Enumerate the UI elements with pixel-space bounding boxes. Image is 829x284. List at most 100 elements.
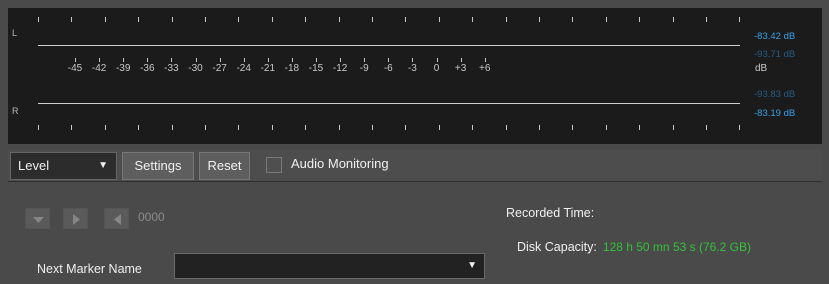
scale-label: -18: [284, 63, 300, 74]
scale-label: -3: [407, 63, 417, 74]
meter-dot: [38, 125, 39, 130]
meter-dot: [372, 125, 373, 130]
scale-label: -12: [332, 63, 348, 74]
scale-tick: [123, 58, 125, 62]
meter-dot: [171, 125, 173, 130]
scale-tick: [267, 58, 269, 62]
meter-dot: [605, 17, 607, 22]
marker-down-icon: [33, 217, 44, 223]
meter-dot: [205, 17, 206, 22]
marker-down-button[interactable]: [25, 208, 50, 229]
scale-label: -9: [359, 63, 369, 74]
scale-tick: [388, 58, 390, 62]
audio-monitoring-label[interactable]: Audio Monitoring: [291, 156, 389, 171]
audio-monitoring-checkbox[interactable]: [266, 157, 282, 173]
back-icon: [114, 214, 121, 225]
scale-tick: [364, 58, 366, 62]
level-meter: L R -45 -42 -39 -36 -33 -30 -27 -24 -21 -18 -15 -12…: [8, 8, 822, 144]
meter-dot: [505, 125, 507, 130]
scale-label: -30: [188, 63, 203, 74]
meter-dot: [238, 125, 240, 130]
meter-dot: [739, 125, 741, 130]
scale-tick: [460, 58, 462, 62]
channel-left-label: L: [12, 28, 18, 38]
meter-bar-left: [38, 45, 740, 46]
scale-label: +3: [454, 63, 467, 74]
scale-tick: [147, 58, 149, 62]
meter-dot: [605, 125, 607, 130]
back-button[interactable]: [104, 208, 129, 229]
scale-label: -42: [91, 63, 107, 74]
meter-dot: [505, 17, 507, 22]
meter-dot: [572, 125, 574, 130]
scale-tick: [195, 58, 197, 62]
next-marker-name-label: Next Marker Name: [37, 262, 142, 276]
scale-tick: [99, 58, 101, 62]
meter-dot: [639, 125, 641, 130]
meter-dot: [572, 17, 574, 22]
scale-label: -33: [164, 63, 179, 74]
meter-dot: [38, 17, 39, 22]
scale-tick: [243, 58, 245, 62]
meter-dot: [405, 125, 407, 130]
recorded-time-label: Recorded Time:: [506, 206, 595, 220]
scale-tick: [436, 58, 438, 62]
level-dropdown[interactable]: Level ▼: [10, 152, 117, 180]
left-rms-readout: -83.42 dB: [754, 31, 796, 42]
scale-label: -21: [260, 63, 276, 74]
meter-dot: [472, 125, 474, 130]
meter-dot: [438, 17, 440, 22]
meter-dot: [71, 125, 73, 130]
disk-capacity-row: Disk Capacity: 128 h 50 mn 53 s (76.2 GB): [517, 240, 751, 254]
meter-dot: [338, 17, 340, 22]
meter-dot: [372, 17, 373, 22]
scale-tick: [412, 58, 414, 62]
scale-label: 0: [433, 63, 440, 74]
scale-label: +6: [478, 63, 491, 74]
play-button[interactable]: [63, 208, 88, 229]
meter-dot: [104, 125, 106, 130]
chevron-down-icon: ▼: [467, 260, 477, 271]
scale-label: -39: [115, 63, 131, 74]
scale-tick: [75, 58, 76, 62]
scale-label: -36: [140, 63, 155, 74]
meter-dot: [405, 17, 407, 22]
meter-dot: [672, 125, 674, 130]
scale-tick: [171, 58, 173, 62]
next-marker-name-combobox[interactable]: ▼: [174, 253, 485, 279]
scale-label: -6: [383, 63, 393, 74]
settings-button[interactable]: Settings: [122, 152, 194, 180]
meter-dot: [205, 125, 206, 130]
scale-label: -24: [236, 63, 251, 74]
meter-dot: [672, 17, 674, 22]
reset-button[interactable]: Reset: [199, 152, 250, 180]
meter-dot: [706, 125, 707, 130]
scale-tick: [316, 58, 317, 62]
meter-dot: [305, 125, 307, 130]
recording-panel: 0000 Recorded Time: Disk Capacity: 128 h …: [8, 183, 822, 284]
meter-dot: [338, 125, 340, 130]
meter-dot: [71, 17, 73, 22]
level-dropdown-value: Level: [18, 158, 50, 173]
meter-dot: [539, 125, 540, 130]
scale-label: -27: [212, 63, 227, 74]
meter-dot: [706, 17, 707, 22]
channel-right-label: R: [12, 106, 19, 116]
meter-dot: [104, 17, 106, 22]
scale-tick: [340, 58, 342, 62]
meter-dot: [739, 17, 741, 22]
meter-dot: [639, 17, 641, 22]
meter-dot: [138, 125, 140, 130]
disk-capacity-value: 128 h 50 mn 53 s (76.2 GB): [602, 240, 751, 254]
scale-label: -15: [308, 63, 324, 74]
right-rms-readout: -83.19 dB: [754, 108, 796, 119]
meter-dot: [472, 17, 474, 22]
meter-dot: [238, 17, 240, 22]
marker-counter: 0000: [138, 210, 165, 224]
scale-tick: [219, 58, 221, 62]
meter-dot: [305, 17, 307, 22]
play-icon: [73, 214, 80, 225]
scale-tick: [291, 58, 293, 62]
meter-toolbar: Level ▼ Settings Reset Audio Monitoring: [8, 150, 822, 182]
meter-dot: [271, 17, 273, 22]
